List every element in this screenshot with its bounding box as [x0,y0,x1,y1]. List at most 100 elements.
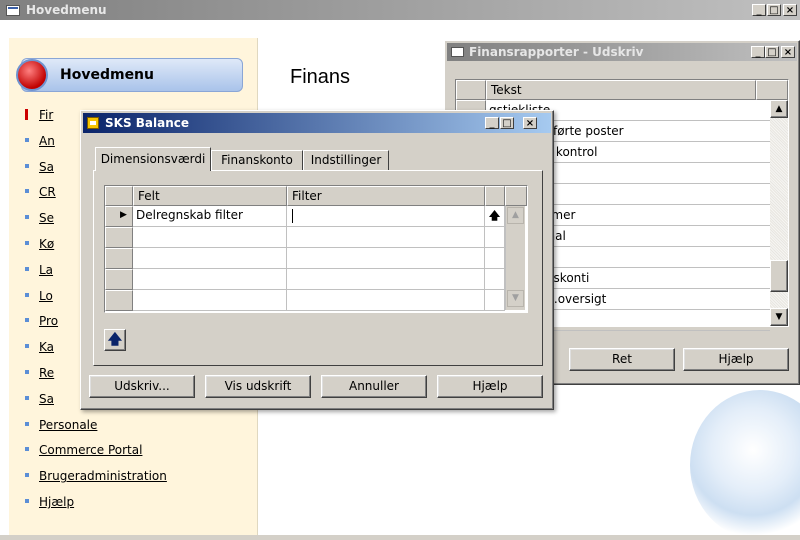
current-row-marker-icon: ▶ [120,210,127,220]
grid-cell-felt[interactable] [133,227,287,248]
grid-cell-filter[interactable] [287,227,485,248]
lookup-arrow-icon: 🡅 [488,209,501,222]
finans-ret-button[interactable]: Ret [569,348,675,371]
finans-hjaelp-button[interactable]: Hjælp [683,348,789,371]
finans-maximize-button[interactable]: □ [765,46,779,58]
vis-udskrift-label: Vis udskrift [224,379,292,393]
grid-scroll-down-button[interactable]: ▼ [507,290,524,307]
scroll-down-button[interactable]: ▼ [770,308,788,326]
finans-window-titlebar[interactable]: Finansrapporter - Udskriv _ □ × [447,43,797,61]
bullet-icon [25,395,29,400]
tab-finanskonto[interactable]: Finanskonto [211,150,303,171]
navision-logo-icon [16,59,48,91]
grid-scrollbar[interactable]: ▲ ▼ [505,206,525,310]
menu-item[interactable]: Re [25,364,55,382]
dialog-maximize-button[interactable]: □ [500,117,514,129]
menu-item[interactable]: Commerce Portal [25,441,142,459]
bullet-icon [25,370,29,374]
tab-indstillinger-label: Indstillinger [310,153,382,167]
tab-dimensionsvaerdi[interactable]: Dimensionsværdi [95,147,211,171]
menu-item[interactable]: Fir [25,106,53,124]
filter-grid: Felt Filter ▶ Delregnskab filter 🡅 ▲ ▼ [104,185,528,313]
finans-column-header[interactable]: Tekst [486,80,756,100]
main-window-title: Hovedmenu [26,3,107,17]
menu-item[interactable]: Sa [25,158,54,176]
main-minimize-button[interactable]: _ [752,4,766,16]
ret-label: Ret [612,352,632,366]
tab-indstillinger[interactable]: Indstillinger [303,150,389,171]
filter-input[interactable] [287,206,485,227]
grid-row-header[interactable] [105,290,133,311]
bullet-icon [25,215,29,220]
tab-panel: Felt Filter ▶ Delregnskab filter 🡅 ▲ ▼ 🡅 [93,170,543,366]
scroll-up-button[interactable]: ▲ [770,100,788,118]
text-caret [292,209,293,223]
grid-cell-filler [485,227,505,248]
menu-item[interactable]: Ka [25,338,54,356]
dialog-close-button[interactable]: × [523,117,537,129]
grid-header-felt[interactable]: Felt [133,186,287,206]
grid-row-header[interactable] [105,248,133,269]
dialog-minimize-button[interactable]: _ [485,117,499,129]
menu-item[interactable]: Pro [25,312,58,330]
grid-header-filter[interactable]: Filter [287,186,485,206]
grid-row-header[interactable] [105,227,133,248]
main-menu-header-label: Hovedmenu [60,67,154,83]
menu-item[interactable]: Sa [25,390,54,408]
grid-header-filler [485,186,505,206]
finans-minimize-button[interactable]: _ [751,46,765,58]
grid-cell-filter[interactable] [287,248,485,269]
grid-cell-filter[interactable] [287,269,485,290]
scroll-thumb[interactable] [770,260,788,292]
grid-cell-felt[interactable]: Delregnskab filter [133,206,287,227]
dialog-title: SKS Balance [105,116,190,130]
grid-header-felt-label: Felt [138,189,160,203]
main-maximize-button[interactable]: □ [767,4,781,16]
grid-cell-felt[interactable] [133,269,287,290]
menu-item[interactable]: Brugeradministration [25,467,167,485]
menu-item[interactable]: Lo [25,287,53,305]
menu-item-label: Brugeradministration [39,469,167,484]
menu-item[interactable]: CR [25,183,56,201]
dialog-titlebar[interactable]: SKS Balance _ □ × [83,113,551,133]
vis-udskrift-button[interactable]: Vis udskrift [205,375,311,398]
menu-item-label: Se [39,211,54,226]
finans-hjaelp-label: Hjælp [718,352,754,366]
move-up-button[interactable]: 🡅 [104,329,126,351]
main-close-button[interactable]: × [783,4,797,16]
sks-balance-dialog: SKS Balance _ □ × Dimensionsværdi Finans… [80,110,554,410]
finans-scrollbar[interactable]: ▲ ▼ [770,100,788,326]
menu-item[interactable]: Se [25,209,54,227]
finans-close-button[interactable]: × [781,46,795,58]
finans-corner-header [456,80,486,100]
annuller-button[interactable]: Annuller [321,375,427,398]
lookup-button[interactable]: 🡅 [485,206,505,227]
bullet-icon [25,292,29,297]
finans-window-title: Finansrapporter - Udskriv [469,45,644,59]
menu-item[interactable]: La [25,261,53,279]
dialog-hjaelp-label: Hjælp [472,379,508,393]
menu-item[interactable]: Kø [25,235,54,253]
grid-cell-filter[interactable] [287,290,485,311]
menu-item-label: Lo [39,288,53,303]
tab-finanskonto-label: Finanskonto [221,153,293,167]
bullet-icon [25,421,29,426]
bullet-icon [25,499,29,503]
grid-row-header[interactable] [105,269,133,290]
dialog-hjaelp-button[interactable]: Hjælp [437,375,543,398]
main-menu-header: Hovedmenu [16,58,243,92]
grid-scroll-up-button[interactable]: ▲ [507,207,524,224]
udskriv-button[interactable]: Udskriv... [89,375,195,398]
grid-header-filler-2 [505,186,527,206]
grid-cell-felt[interactable] [133,290,287,311]
main-window-titlebar[interactable]: Hovedmenu _ □ × [0,0,800,20]
menu-item-label: CR [39,185,56,200]
bullet-icon [25,473,29,478]
grid-cell-felt[interactable] [133,248,287,269]
menu-item[interactable]: An [25,132,55,150]
menu-item[interactable]: Hjælp [25,493,75,511]
menu-item-label: Hjælp [39,495,75,509]
menu-item[interactable]: Personale [25,416,97,434]
grid-row-header[interactable]: ▶ [105,206,133,227]
menu-item-label: Re [39,366,55,380]
